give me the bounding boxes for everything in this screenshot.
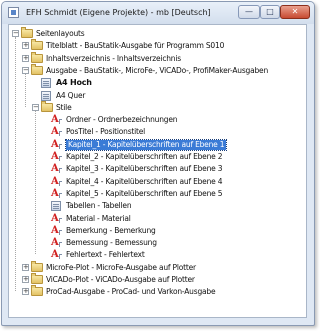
- tree-item-label: Stile: [56, 102, 72, 112]
- tree-item-kapitel3[interactable]: A Kapitel_3 - Kapitelüberschriften auf Eb…: [9, 163, 306, 175]
- document-icon: [41, 78, 51, 89]
- tree-item-seitenlayouts[interactable]: − Seitenlayouts: [9, 27, 306, 40]
- close-button[interactable]: ✕: [280, 5, 310, 19]
- tree-item-label: Bemerkung - Bemerkung: [66, 225, 156, 235]
- tree-item-a4quer[interactable]: A4 Quer: [9, 90, 306, 102]
- tree-item-label: Tabellen - Tabellen: [66, 201, 132, 211]
- tree-item-ordner[interactable]: A Ordner - Ordnerbezeichnungen: [9, 114, 306, 126]
- title-bar[interactable]: EFH Schmidt (Eigene Projekte) - mb [Deut…: [2, 2, 314, 24]
- tree-item-postitel[interactable]: A PosTitel - Positionstitel: [9, 126, 306, 138]
- tree-item-label: Ausgabe - BauStatik-, MicroFe-, ViCADo-,…: [46, 65, 269, 75]
- tree-item-label: Ordner - Ordnerbezeichnungen: [66, 115, 178, 125]
- folder-icon: [31, 39, 43, 51]
- tree-item-label: Kapitel_5 - Kapitelüberschriften auf Ebe…: [66, 188, 223, 198]
- tree-item-label: Inhaltsverzeichnis - Inhaltsverzeichnis: [46, 53, 181, 63]
- tree-item-tabellen[interactable]: Tabellen - Tabellen: [9, 200, 306, 212]
- tree-item-label: A4 Hoch: [56, 78, 92, 88]
- tree-item-procadausgabe[interactable]: + ProCad-Ausgabe - ProCad- und Varkon-Aus…: [9, 285, 306, 298]
- expand-icon[interactable]: +: [22, 276, 29, 283]
- text-style-icon: A: [51, 151, 62, 162]
- folder-icon: [31, 260, 43, 272]
- tree-item-label: Kapitel_2 - Kapitelüberschriften auf Ebe…: [66, 152, 223, 161]
- collapse-icon[interactable]: −: [32, 103, 39, 111]
- tree-item-label: Kapitel_4 - Kapitelüberschriften auf Ebe…: [66, 176, 223, 186]
- collapse-icon[interactable]: −: [12, 30, 19, 37]
- app-icon: [8, 7, 19, 18]
- tree-item-stile[interactable]: − Stile: [9, 100, 306, 114]
- folder-icon: [31, 63, 43, 75]
- window-title: EFH Schmidt (Eigene Projekte) - mb [Deut…: [26, 8, 211, 17]
- tree-item-label: ProCad-Ausgabe - ProCad- und Varkon-Ausg…: [46, 287, 216, 297]
- expand-icon[interactable]: +: [22, 263, 29, 271]
- tree-item-ausgabe[interactable]: − Ausgabe - BauStatik-, MicroFe-, ViCADo-…: [9, 63, 306, 77]
- tree-item-label: Kapitel_1 - Kapitelüberschriften auf Ebe…: [64, 138, 228, 151]
- collapse-icon[interactable]: −: [22, 66, 29, 74]
- tree-item-kapitel4[interactable]: A Kapitel_4 - Kapitelüberschriften auf Eb…: [9, 176, 306, 188]
- expand-icon[interactable]: +: [22, 54, 29, 62]
- tree-item-inhaltsverzeichnis[interactable]: + Inhaltsverzeichnis - Inhaltsverzeichnis: [9, 51, 306, 65]
- window: EFH Schmidt (Eigene Projekte) - mb [Deut…: [1, 1, 315, 326]
- tree-item-kapitel1[interactable]: A Kapitel_1 - Kapitelüberschriften auf Eb…: [9, 138, 306, 151]
- tree-item-label: Material - Material: [66, 213, 131, 223]
- tree-item-label: Kapitel_3 - Kapitelüberschriften auf Ebe…: [66, 164, 223, 174]
- text-style-icon: A: [51, 188, 62, 199]
- text-style-icon: A: [51, 225, 62, 236]
- text-style-icon: A: [51, 213, 62, 224]
- layout-tree[interactable]: − Seitenlayouts + Titelblatt - BauStatik-Au…: [8, 24, 307, 318]
- document-icon: [41, 90, 51, 101]
- tree-item-label: A4 Quer: [56, 90, 86, 100]
- tree-item-titelblatt[interactable]: + Titelblatt - BauStatik-Ausgabe für Prog…: [9, 39, 306, 52]
- text-style-icon: A: [51, 249, 62, 260]
- folder-icon: [31, 273, 43, 284]
- tree-item-a4hoch[interactable]: A4 Hoch: [9, 77, 306, 89]
- table-style-icon: [51, 201, 61, 212]
- tree-item-microfeplot[interactable]: + MicroFe-Plot - MicroFe-Ausgabe auf Plot…: [9, 260, 306, 274]
- tree-item-bemessung[interactable]: A Bemessung - Bemessung: [9, 237, 306, 249]
- maximize-button[interactable]: □: [260, 5, 280, 19]
- tree-item-label: ViCADo-Plot - ViCADo-Ausgabe auf Plotter: [46, 275, 195, 284]
- tree-item-kapitel5[interactable]: A Kapitel_5 - Kapitelüberschriften auf Eb…: [9, 188, 306, 200]
- tree-item-fehlertext[interactable]: A Fehlertext - Fehlertext: [9, 249, 306, 261]
- tree-item-bemerkung[interactable]: A Bemerkung - Bemerkung: [9, 225, 306, 237]
- text-style-icon: A: [51, 114, 62, 125]
- text-style-icon: A: [51, 139, 62, 150]
- tree-item-material[interactable]: A Material - Material: [9, 213, 306, 225]
- folder-icon: [21, 27, 33, 38]
- tree-item-vicadoplot[interactable]: + ViCADo-Plot - ViCADo-Ausgabe auf Plotte…: [9, 273, 306, 286]
- tree-item-label: Seitenlayouts: [36, 29, 85, 38]
- expand-icon[interactable]: +: [22, 288, 29, 296]
- tree-item-kapitel2[interactable]: A Kapitel_2 - Kapitelüberschriften auf Eb…: [9, 151, 306, 163]
- folder-icon: [41, 100, 53, 112]
- expand-icon[interactable]: +: [22, 42, 29, 50]
- tree-item-label: Fehlertext - Fehlertext: [66, 250, 145, 260]
- tree-item-label: Titelblatt - BauStatik-Ausgabe für Progr…: [46, 41, 225, 51]
- text-style-icon: A: [51, 126, 62, 137]
- text-style-icon: A: [51, 176, 62, 187]
- tree-item-label: MicroFe-Plot - MicroFe-Ausgabe auf Plott…: [46, 262, 196, 272]
- text-style-icon: A: [51, 237, 62, 248]
- text-style-icon: A: [51, 163, 62, 174]
- folder-icon: [31, 285, 43, 297]
- minimize-button[interactable]: —: [238, 5, 260, 19]
- tree-item-label: Bemessung - Bemessung: [66, 238, 157, 248]
- folder-icon: [31, 51, 43, 63]
- tree-item-label: PosTitel - Positionstitel: [66, 127, 146, 137]
